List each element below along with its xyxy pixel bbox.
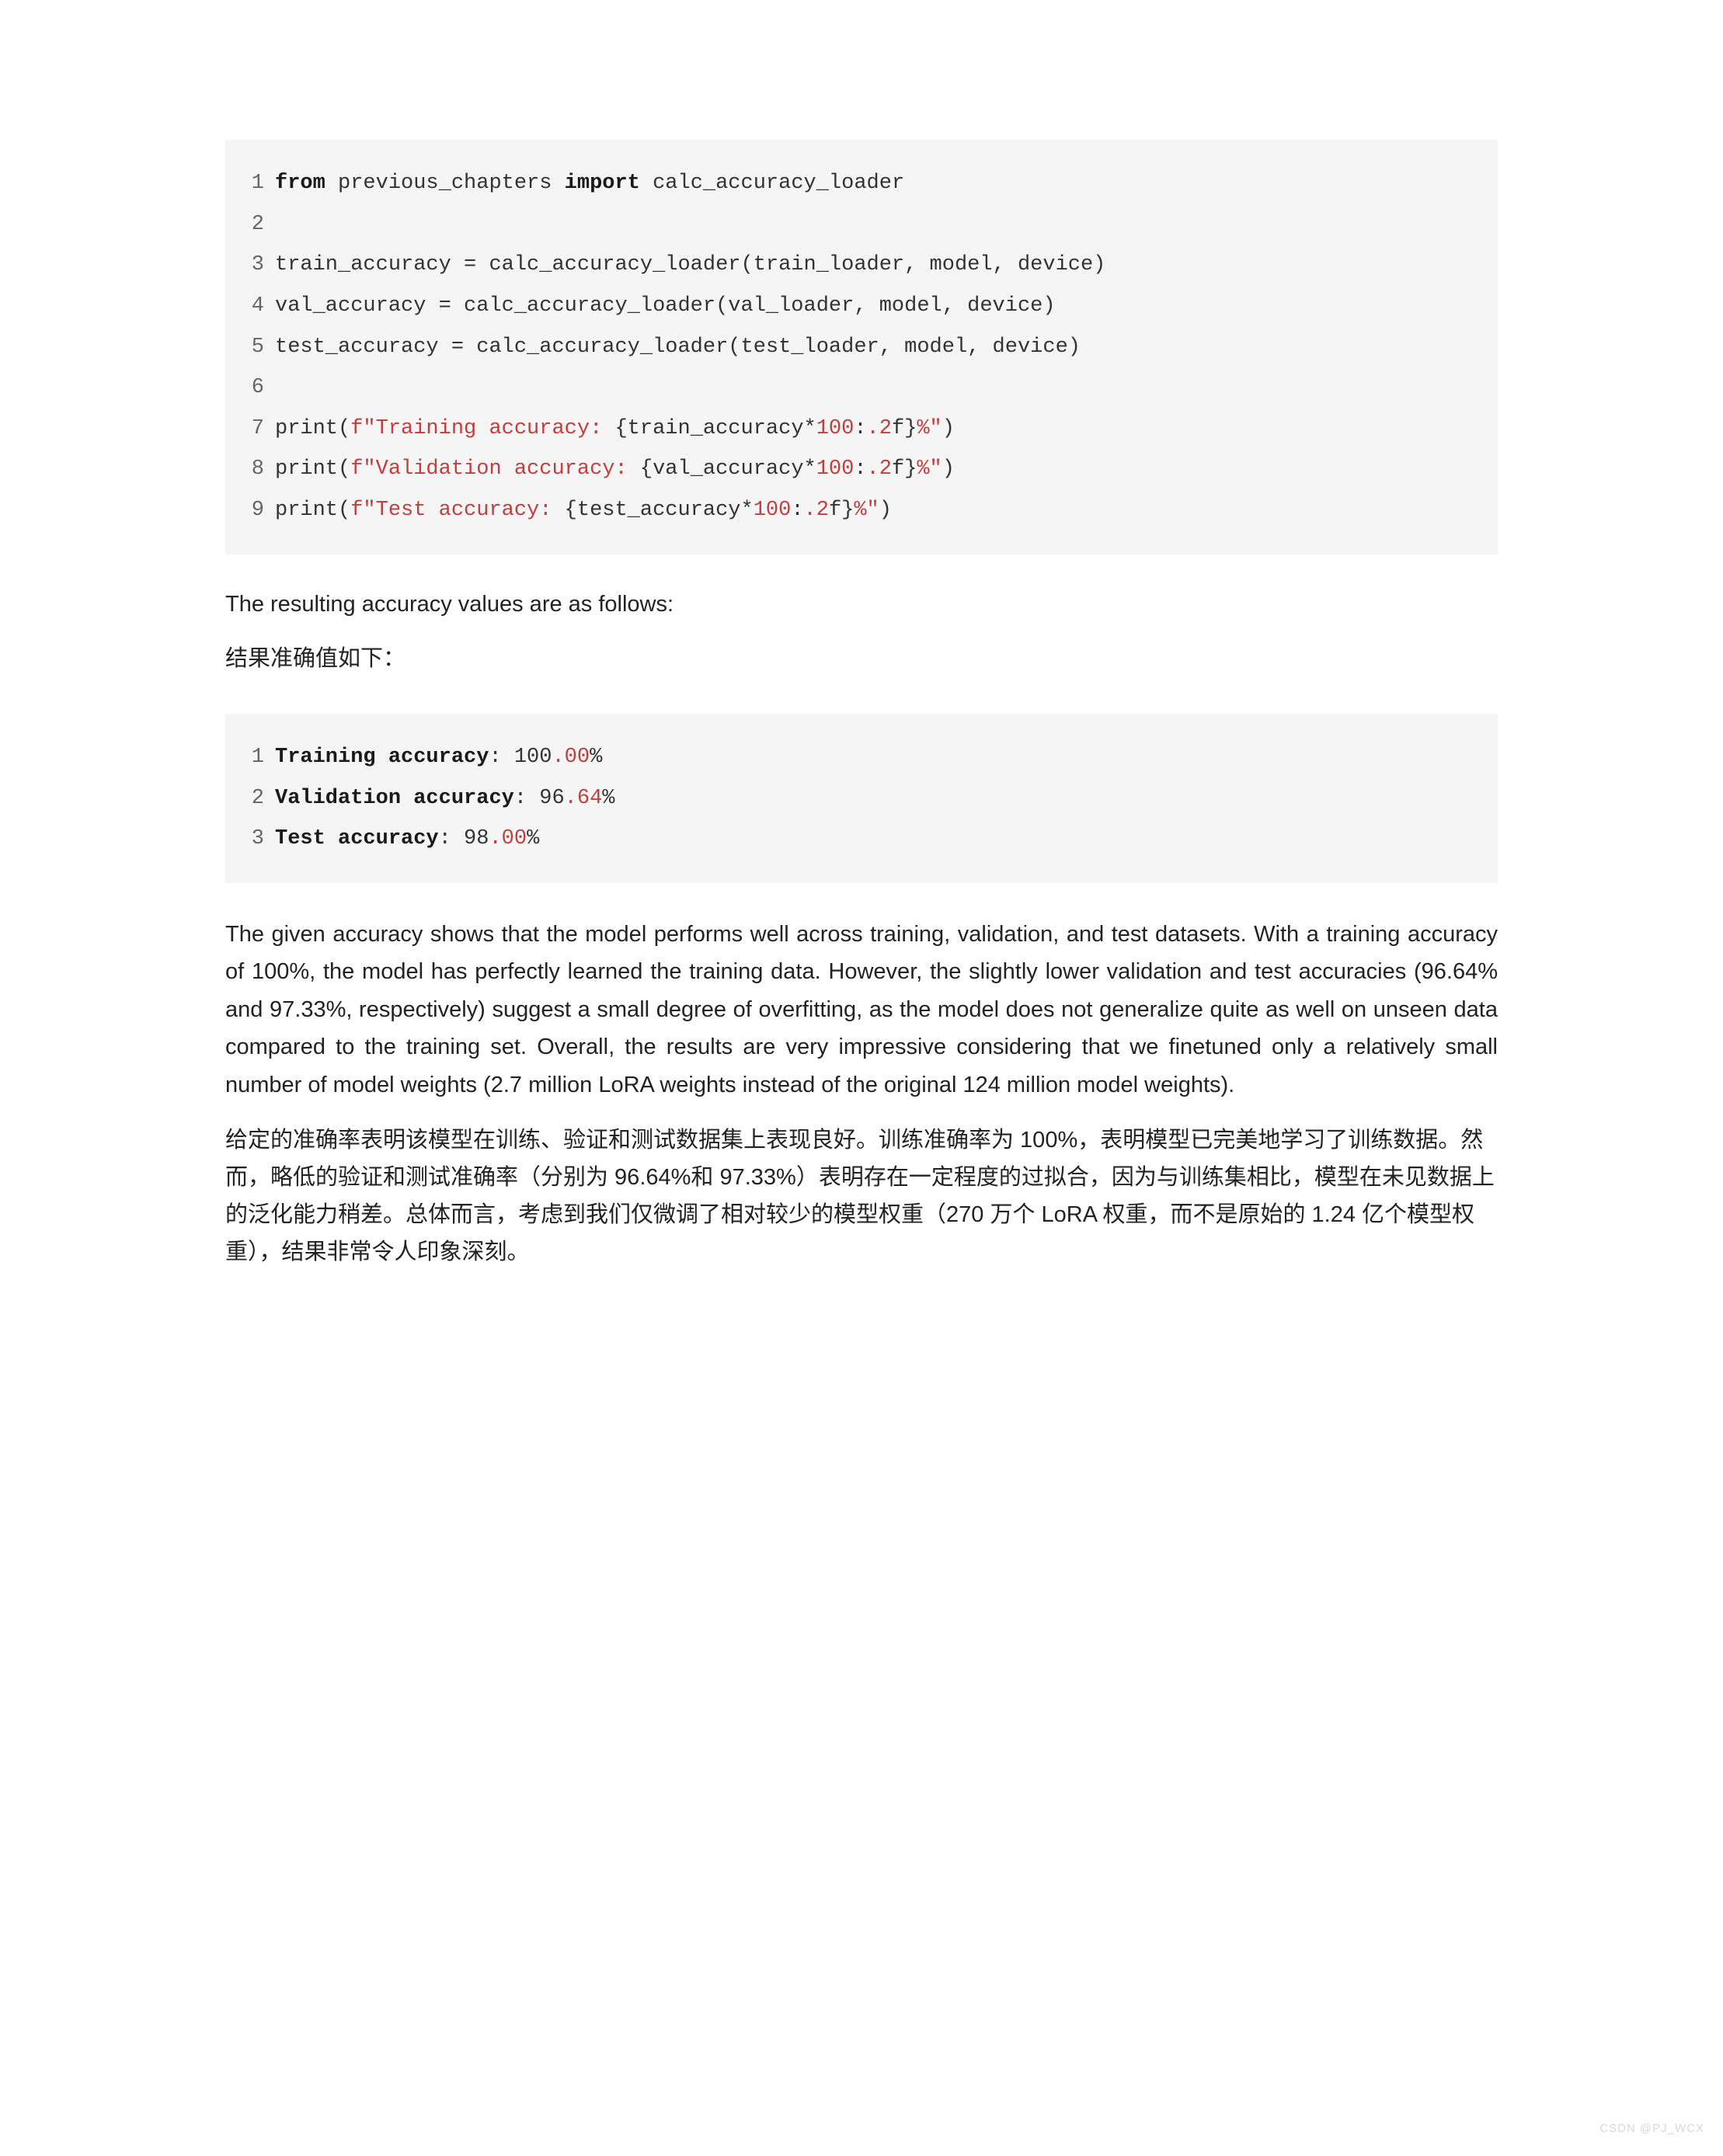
code-block-2: 1Training accuracy: 100.00% 2Validation … <box>225 714 1498 883</box>
paragraph-en-2: The given accuracy shows that the model … <box>225 916 1498 1104</box>
code-block-1: 1from previous_chapters import calc_accu… <box>225 140 1498 555</box>
paragraph-cn-2: 给定的准确率表明该模型在训练、验证和测试数据集上表现良好。训练准确率为 100%… <box>225 1122 1498 1271</box>
paragraph-en-1: The resulting accuracy values are as fol… <box>225 587 1498 622</box>
watermark: CSDN @PJ_WCX <box>1599 2120 1704 2138</box>
paragraph-cn-1: 结果准确值如下： <box>225 641 1498 676</box>
